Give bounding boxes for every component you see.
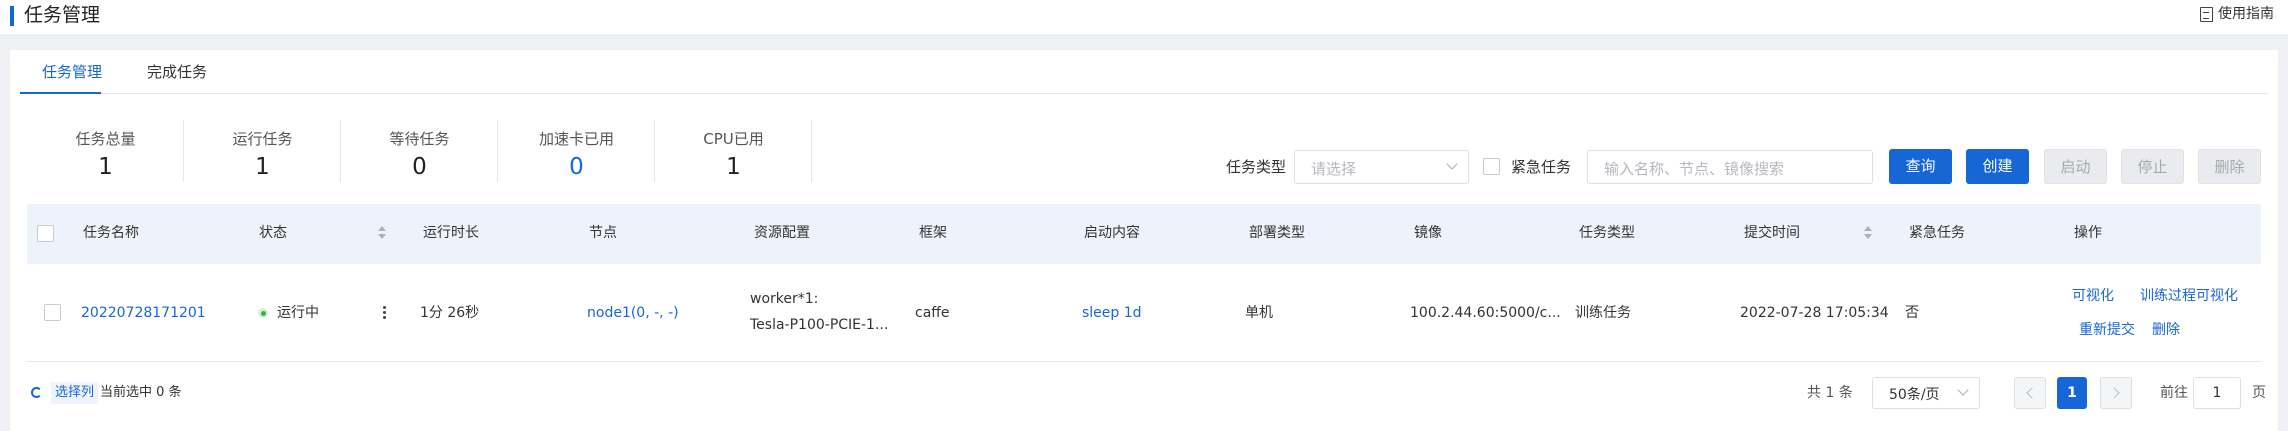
column-header-start-content: 启动内容 bbox=[1084, 225, 1140, 241]
stop-button[interactable]: 停止 bbox=[2121, 149, 2184, 184]
search-placeholder: 输入名称、节点、镜像搜索 bbox=[1604, 160, 1785, 178]
total-count: 共 1 条 bbox=[1807, 385, 1853, 401]
tab-completed-tasks[interactable]: 完成任务 bbox=[147, 60, 207, 84]
duration-value: 1分 26秒 bbox=[420, 305, 480, 321]
start-content-link[interactable]: sleep 1d bbox=[1082, 303, 1142, 323]
page-size-value: 50条/页 bbox=[1889, 387, 1940, 403]
user-guide-label: 使用指南 bbox=[2218, 6, 2274, 22]
select-columns-button[interactable]: 选择列 bbox=[51, 382, 99, 404]
task-type-placeholder: 请选择 bbox=[1311, 160, 1357, 178]
tab-task-management[interactable]: 任务管理 bbox=[42, 60, 102, 84]
guide-book-icon bbox=[2200, 6, 2213, 22]
stat-value: 0 bbox=[412, 154, 427, 180]
create-button[interactable]: 创建 bbox=[1966, 149, 2029, 184]
image-value: 100.2.44.60:5000/c... bbox=[1410, 305, 1561, 321]
table-header: 任务名称 状态 运行时长 节点 资源配置 框架 启动内容 部署类型 镜像 任务类… bbox=[27, 204, 2261, 264]
training-visualize-action[interactable]: 训练过程可视化 bbox=[2140, 286, 2238, 306]
task-type-select[interactable]: 请选择 bbox=[1294, 150, 1469, 184]
column-header-urgent: 紧急任务 bbox=[1909, 225, 1965, 241]
column-header-task-type: 任务类型 bbox=[1579, 225, 1635, 241]
stat-label: 运行任务 bbox=[232, 130, 293, 148]
node-link[interactable]: node1(0, -, -) bbox=[587, 303, 679, 323]
query-button[interactable]: 查询 bbox=[1889, 149, 1952, 184]
framework-value: caffe bbox=[915, 305, 950, 321]
task-type-label: 任务类型 bbox=[1226, 158, 1287, 176]
selection-info: 当前选中 0 条 bbox=[100, 385, 182, 400]
task-type-value: 训练任务 bbox=[1575, 305, 1631, 321]
stat-value: 1 bbox=[726, 154, 741, 180]
goto-prefix: 前往 bbox=[2160, 385, 2188, 401]
column-header-actions: 操作 bbox=[2074, 225, 2102, 241]
column-header-framework: 框架 bbox=[919, 225, 947, 241]
next-page-button[interactable] bbox=[2100, 377, 2132, 409]
more-options-icon[interactable] bbox=[383, 306, 387, 320]
stat-value[interactable]: 0 bbox=[498, 154, 655, 180]
resubmit-action[interactable]: 重新提交 bbox=[2079, 320, 2135, 340]
column-header-duration: 运行时长 bbox=[423, 225, 479, 241]
urgent-task-label: 紧急任务 bbox=[1511, 158, 1572, 176]
stat-value: 1 bbox=[98, 154, 113, 180]
column-header-image: 镜像 bbox=[1414, 225, 1442, 241]
row-checkbox[interactable] bbox=[44, 304, 61, 321]
stat-label: 等待任务 bbox=[389, 130, 450, 148]
status-running-icon bbox=[258, 308, 268, 318]
active-tab-indicator bbox=[20, 92, 101, 94]
column-header-status: 状态 bbox=[259, 225, 287, 241]
stat-label: 加速卡已用 bbox=[538, 130, 614, 148]
prev-page-button[interactable] bbox=[2014, 377, 2046, 409]
refresh-icon[interactable] bbox=[31, 387, 42, 398]
status-text: 运行中 bbox=[277, 305, 319, 321]
delete-button[interactable]: 删除 bbox=[2198, 149, 2261, 184]
chevron-down-icon bbox=[1957, 384, 1969, 396]
urgent-value: 否 bbox=[1905, 305, 1919, 321]
task-panel: 任务管理 完成任务 任务总量 1 运行任务 1 等待任务 0 加速卡已用 0 C… bbox=[10, 50, 2278, 431]
chevron-down-icon bbox=[1446, 158, 1458, 170]
header-accent-bar bbox=[10, 6, 14, 26]
urgent-task-checkbox[interactable] bbox=[1483, 158, 1500, 175]
column-header-name: 任务名称 bbox=[83, 225, 139, 241]
table-footer: 选择列 当前选中 0 条 共 1 条 50条/页 1 前往 1 页 bbox=[27, 362, 2266, 431]
stat-label: 任务总量 bbox=[75, 130, 136, 148]
visualize-action[interactable]: 可视化 bbox=[2072, 286, 2114, 306]
goto-suffix: 页 bbox=[2252, 385, 2266, 401]
column-header-node: 节点 bbox=[589, 225, 617, 241]
search-input[interactable]: 输入名称、节点、镜像搜索 bbox=[1587, 150, 1873, 184]
table-row: 20220728171201 运行中 1分 26秒 node1(0, -, -)… bbox=[27, 264, 2261, 362]
stat-divider bbox=[811, 120, 812, 182]
select-all-checkbox[interactable] bbox=[37, 225, 54, 242]
start-button[interactable]: 启动 bbox=[2044, 149, 2107, 184]
page-title: 任务管理 bbox=[24, 4, 101, 26]
stat-label: CPU已用 bbox=[703, 130, 764, 148]
goto-page-input[interactable]: 1 bbox=[2193, 377, 2241, 409]
column-header-submit-time: 提交时间 bbox=[1744, 225, 1800, 241]
resource-line-1: worker*1: bbox=[750, 291, 819, 307]
stat-value: 1 bbox=[255, 154, 270, 180]
page-size-select[interactable]: 50条/页 bbox=[1872, 377, 1980, 409]
sort-icon[interactable] bbox=[377, 226, 387, 240]
tab-bar: 任务管理 完成任务 bbox=[20, 50, 2268, 94]
column-header-deploy-type: 部署类型 bbox=[1249, 225, 1305, 241]
user-guide-link[interactable]: 使用指南 bbox=[2200, 4, 2274, 24]
resource-line-2: Tesla-P100-PCIE-1... bbox=[750, 317, 889, 333]
submit-time-value: 2022-07-28 17:05:34 bbox=[1740, 305, 1889, 321]
page-number-current[interactable]: 1 bbox=[2057, 377, 2087, 409]
deploy-type-value: 单机 bbox=[1245, 305, 1273, 321]
task-name-link[interactable]: 20220728171201 bbox=[81, 303, 206, 323]
sort-icon[interactable] bbox=[1863, 226, 1873, 240]
delete-action[interactable]: 删除 bbox=[2152, 320, 2180, 340]
chevron-right-icon bbox=[2108, 387, 2120, 399]
column-header-resource: 资源配置 bbox=[754, 225, 810, 241]
chevron-left-icon bbox=[2026, 387, 2038, 399]
page-header: 任务管理 使用指南 bbox=[0, 0, 2288, 34]
